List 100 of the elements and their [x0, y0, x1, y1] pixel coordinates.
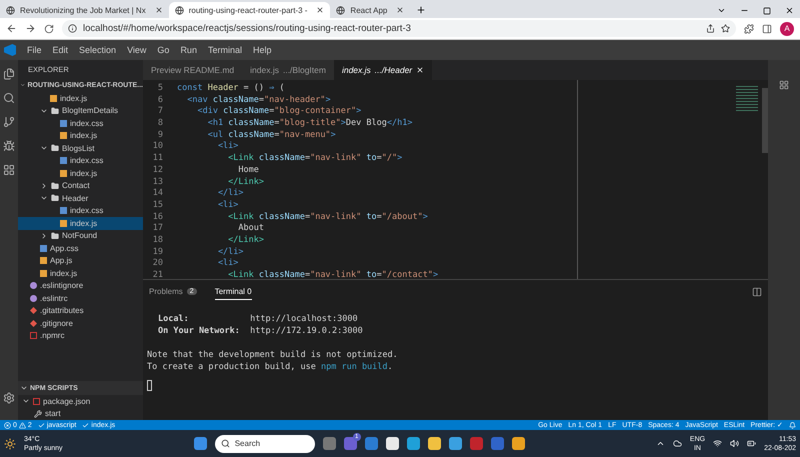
- line-number: 18: [152, 234, 164, 247]
- editor-tab[interactable]: index.js .../Header: [334, 60, 432, 80]
- explorer-file[interactable]: index.js: [18, 130, 143, 142]
- explorer-folder[interactable]: NotFound: [18, 230, 143, 242]
- chevron-down-icon[interactable]: [717, 6, 726, 15]
- side-panel-icon[interactable]: [762, 24, 772, 34]
- explorer-file[interactable]: index.js: [18, 267, 143, 280]
- code-line: <ul className="nav-menu">: [206, 130, 336, 142]
- explorer-file[interactable]: index.css: [18, 154, 143, 167]
- browser-tab[interactable]: React App: [330, 2, 410, 18]
- search-icon[interactable]: [3, 92, 15, 104]
- explorer-file[interactable]: index.css: [18, 204, 143, 217]
- menu-item[interactable]: Edit: [52, 45, 68, 55]
- logo-icon: [4, 44, 16, 56]
- explorer-file[interactable]: App.css: [18, 242, 143, 254]
- app-icon[interactable]: [490, 437, 504, 450]
- check-icon: [38, 422, 45, 428]
- explorer-file[interactable]: .gitignore: [18, 317, 143, 330]
- bell-icon[interactable]: [789, 422, 796, 428]
- wifi-icon[interactable]: [713, 439, 722, 448]
- package-item[interactable]: package.json: [18, 395, 143, 408]
- browser-tab[interactable]: Revolutionizing the Job Market | Nx: [0, 2, 169, 18]
- puzzle-icon[interactable]: [744, 24, 754, 34]
- line-number: 10: [152, 141, 164, 154]
- close-icon[interactable]: [316, 6, 324, 14]
- explorer-file[interactable]: .npmrc: [18, 330, 143, 342]
- explorer-file[interactable]: index.css: [18, 117, 143, 130]
- explorer-file[interactable]: index.js: [18, 167, 143, 180]
- explorer-file[interactable]: .gitattributes: [18, 304, 143, 317]
- volume-icon[interactable]: [730, 439, 740, 448]
- code-line: </li>: [216, 246, 244, 258]
- share-icon[interactable]: [706, 24, 715, 33]
- close-icon[interactable]: [785, 6, 794, 15]
- new-tab-icon[interactable]: [416, 5, 426, 15]
- explorer-file[interactable]: App.js: [18, 254, 143, 267]
- wrench-icon: [34, 410, 42, 418]
- files-icon[interactable]: [3, 68, 15, 80]
- close-icon[interactable]: [416, 66, 424, 74]
- scrollbar[interactable]: [762, 88, 768, 153]
- forward-icon[interactable]: [25, 23, 36, 34]
- star-icon[interactable]: [721, 24, 730, 33]
- explorer-file[interactable]: index.js: [18, 217, 143, 230]
- battery-icon[interactable]: [747, 439, 756, 448]
- dot-icon: [30, 282, 37, 290]
- branch-icon[interactable]: [3, 116, 15, 128]
- line-number: 9: [156, 130, 164, 142]
- menu-item[interactable]: Selection: [79, 45, 116, 55]
- menu-item[interactable]: Help: [252, 45, 272, 55]
- line-number: 8: [156, 118, 164, 130]
- reload-icon[interactable]: [44, 24, 54, 34]
- terminal-cursor: [147, 380, 152, 391]
- grid-icon[interactable]: [3, 164, 15, 176]
- explorer-file[interactable]: index.js: [18, 92, 143, 104]
- outline-icon[interactable]: [779, 80, 789, 90]
- code-line: </Link>: [227, 176, 264, 188]
- globe-icon: [6, 6, 15, 14]
- editor-tab[interactable]: index.js .../BlogItem: [242, 60, 334, 80]
- search-field[interactable]: Search: [214, 434, 315, 452]
- info-icon: [68, 24, 77, 33]
- bug-icon[interactable]: [3, 140, 15, 152]
- editor-tab[interactable]: Preview README.md: [143, 60, 242, 80]
- weather-icon[interactable]: [4, 438, 16, 450]
- code-line: <nav className="nav-header">: [186, 94, 331, 106]
- explorer-folder[interactable]: Header: [18, 192, 143, 204]
- profile-avatar[interactable]: A: [780, 22, 794, 36]
- app-icon[interactable]: [364, 437, 378, 450]
- address-field[interactable]: localhost/#/home/workspace/reactjs/sessions/routing-using-react-router-part-3: [62, 20, 736, 37]
- script-item[interactable]: start: [18, 408, 143, 420]
- explorer-file[interactable]: .eslintignore: [18, 280, 143, 292]
- close-icon[interactable]: [396, 6, 404, 14]
- terminal-line: Note that the development build is not optimized.: [147, 350, 398, 360]
- settings-icon[interactable]: [3, 392, 15, 404]
- code-line: <div className="blog-container">: [196, 106, 362, 118]
- maximize-icon[interactable]: [763, 6, 771, 14]
- explorer-folder[interactable]: Contact: [18, 180, 143, 192]
- code-line: About: [237, 223, 264, 235]
- menu-item[interactable]: File: [27, 45, 42, 55]
- check-icon: [82, 422, 90, 428]
- explorer-file[interactable]: .eslintrc: [18, 292, 143, 304]
- close-icon[interactable]: [154, 6, 163, 14]
- chevron-up-icon[interactable]: [656, 439, 665, 448]
- warning-icon: [18, 422, 26, 428]
- menu-item[interactable]: Terminal: [208, 45, 242, 55]
- file-icon: [50, 94, 57, 102]
- terminal-line: To create a production build, use npm run build.: [147, 362, 393, 372]
- chevron-right-icon: [40, 232, 48, 240]
- menu-item[interactable]: Run: [180, 45, 197, 55]
- back-icon[interactable]: [6, 23, 17, 34]
- browser-tab[interactable]: routing-using-react-router-part-3 -: [168, 2, 330, 18]
- code-line: <h1 className="blog-title">Dev Blog</h1>: [206, 118, 412, 130]
- split-icon[interactable]: [752, 287, 762, 297]
- cloud-icon[interactable]: [672, 439, 682, 448]
- app-icon[interactable]: [448, 437, 462, 450]
- error-icon: [4, 422, 11, 428]
- menu-item[interactable]: Go: [157, 45, 170, 55]
- code-line: <li>: [216, 200, 238, 212]
- explorer-folder[interactable]: BlogItemDetails: [18, 104, 143, 117]
- panel-tab[interactable]: Terminal 0: [214, 284, 252, 300]
- menu-item[interactable]: View: [127, 45, 146, 55]
- explorer-folder[interactable]: BlogsList: [18, 142, 143, 154]
